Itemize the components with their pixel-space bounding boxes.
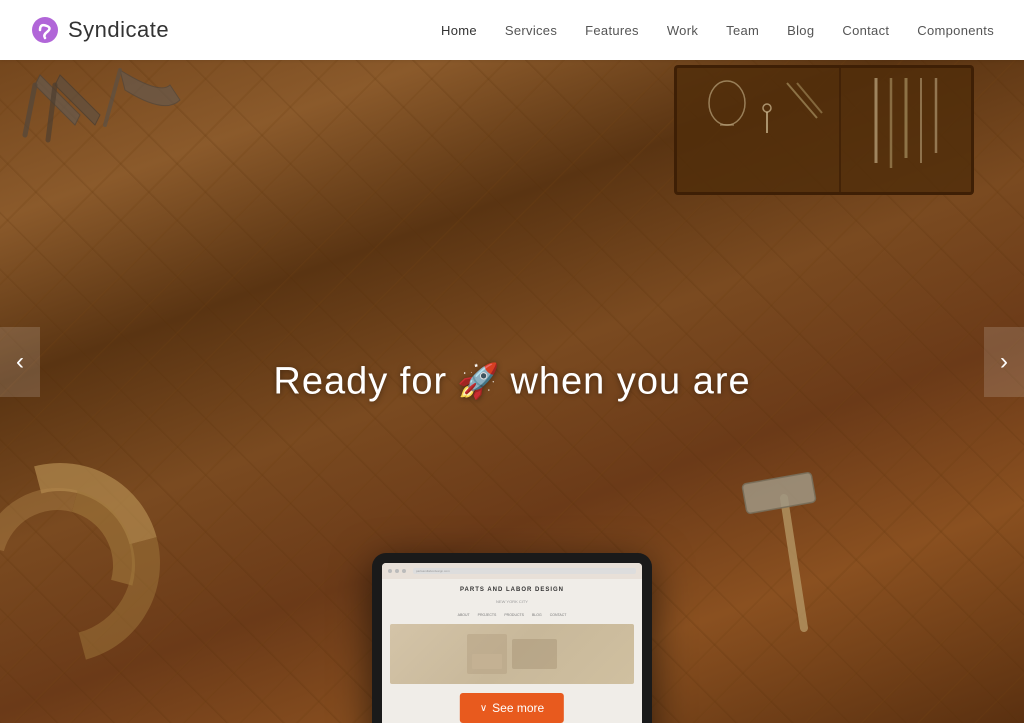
hero-section: ‹ › Ready for 🚀 when you are partsandlab… xyxy=(0,0,1024,723)
main-nav: Home Services Features Work Team Blog Co… xyxy=(441,23,994,38)
nav-item-components[interactable]: Components xyxy=(917,23,994,38)
hammer-svg xyxy=(724,458,844,638)
tablet-nav-products: PRODUCTS xyxy=(502,612,526,618)
hero-arrow-prev[interactable]: ‹ xyxy=(0,327,40,397)
hero-text-block: Ready for 🚀 when you are xyxy=(273,360,750,403)
tablet-content-image xyxy=(462,629,562,679)
hero-headline-after: when you are xyxy=(510,360,750,403)
logo-icon xyxy=(30,15,60,45)
tablet-nav: ABOUT PROJECTS PRODUCTS BLOG CONTACT xyxy=(390,612,634,618)
logo-text: Syndicate xyxy=(68,17,169,43)
tablet-nav-blog: BLOG xyxy=(530,612,544,618)
top-left-tools xyxy=(20,65,220,190)
tablet-image-area xyxy=(390,624,634,684)
chevron-left-icon: ‹ xyxy=(16,348,24,376)
toolbox-decoration xyxy=(674,65,974,195)
nav-item-services[interactable]: Services xyxy=(505,23,557,38)
chevron-right-icon: › xyxy=(1000,348,1008,376)
tablet-dot-2 xyxy=(395,569,399,573)
tablet-content: PARTS AND LABOR DESIGN NEW YORK CITY ABO… xyxy=(382,579,642,692)
nav-item-blog[interactable]: Blog xyxy=(787,23,814,38)
logo[interactable]: Syndicate xyxy=(30,15,169,45)
nav-item-contact[interactable]: Contact xyxy=(842,23,889,38)
see-more-label: See more xyxy=(492,701,544,715)
tablet-site-title: PARTS AND LABOR DESIGN xyxy=(390,587,634,593)
see-more-chevron-icon: ∨ xyxy=(480,703,487,714)
tablet-nav-about: ABOUT xyxy=(456,612,472,618)
pliers-svg xyxy=(20,65,220,185)
tablet-nav-contact: CONTACT xyxy=(548,612,569,618)
toolbox-divider xyxy=(839,68,841,192)
rocket-icon: 🚀 xyxy=(457,362,500,402)
nav-item-team[interactable]: Team xyxy=(726,23,759,38)
tablet-address-bar: partsandlabordesign.com xyxy=(413,568,636,574)
tablet-dot-3 xyxy=(402,569,406,573)
pencils-in-box xyxy=(856,73,966,193)
tablet-site-subtitle: NEW YORK CITY xyxy=(390,599,634,604)
tablet-browser-bar: partsandlabordesign.com xyxy=(382,563,642,579)
hero-arrow-next[interactable]: › xyxy=(984,327,1024,397)
see-more-button[interactable]: ∨ See more xyxy=(460,693,564,723)
tablet-dot-1 xyxy=(388,569,392,573)
nav-item-features[interactable]: Features xyxy=(585,23,639,38)
hammer-decoration xyxy=(724,458,844,643)
hero-headline: Ready for 🚀 when you are xyxy=(273,360,750,403)
tablet-mockup-container: partsandlabordesign.com PARTS AND LABOR … xyxy=(372,553,652,723)
nav-item-home[interactable]: Home xyxy=(441,23,477,38)
tools-in-box xyxy=(687,78,827,158)
hero-headline-before: Ready for xyxy=(273,360,447,403)
header: Syndicate Home Services Features Work Te… xyxy=(0,0,1024,60)
nav-item-work[interactable]: Work xyxy=(667,23,698,38)
tablet-nav-projects: PROJECTS xyxy=(476,612,499,618)
